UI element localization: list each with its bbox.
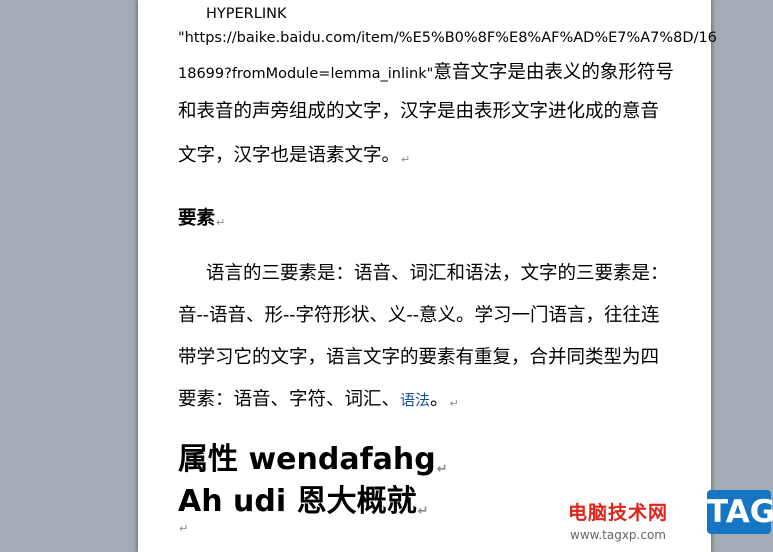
large-text-line-1: 属性 wendafahg↵	[178, 442, 448, 477]
watermark-site-name: 电脑技术网	[568, 502, 669, 524]
document-page[interactable]: HYPERLINK "https://baike.baidu.com/item/…	[138, 0, 717, 552]
paragraph-1-line-1: 18699?fromModule=lemma_inlink"意音文字是由表义的象…	[178, 58, 674, 84]
grammar-link[interactable]: 语法	[400, 391, 430, 409]
paragraph-mark: ↵	[401, 153, 411, 166]
paragraph-2-line-2: 音--语音、形--字符形状、义--意义。学习一门语言，往往连	[178, 305, 660, 326]
paragraph-mark: ↵	[417, 504, 429, 519]
site-watermark: 电脑技术网 www.tagxp.com TAG	[562, 486, 773, 552]
heading-elements: 要素↵	[178, 208, 226, 229]
paragraph-1-line-2: 和表音的声旁组成的文字，汉字是由表形文字进化成的意音	[178, 101, 660, 122]
hyperlink-url-line1: "https://baike.baidu.com/item/%E5%B0%8F%…	[178, 30, 717, 46]
watermark-url: www.tagxp.com	[570, 528, 666, 542]
paragraph-mark: ↵	[449, 397, 459, 410]
empty-paragraph-mark: ↵	[179, 522, 189, 535]
paragraph-2-line-1: 语言的三要素是：语音、词汇和语法，文字的三要素是：	[206, 263, 669, 284]
hyperlink-url-line2: 18699?fromModule=lemma_inlink"	[178, 66, 434, 82]
hyperlink-field-code: HYPERLINK	[206, 6, 287, 22]
paragraph-2-line-3: 带学习它的文字，语言文字的要素有重复，合并同类型为四	[178, 347, 660, 368]
watermark-tag-logo: TAG	[707, 490, 773, 534]
paragraph-1-text: 意音文字是由表义的象形符号	[433, 62, 674, 83]
paragraph-mark: ↵	[436, 462, 448, 477]
large-text-line-2: Ah udi 恩大概就↵	[178, 484, 429, 519]
paragraph-1-line-3: 文字，汉字也是语素文字。↵	[178, 145, 411, 166]
paragraph-mark: ↵	[216, 216, 226, 229]
paragraph-2-line-4: 要素：语音、字符、词汇、语法。↵	[178, 389, 459, 410]
